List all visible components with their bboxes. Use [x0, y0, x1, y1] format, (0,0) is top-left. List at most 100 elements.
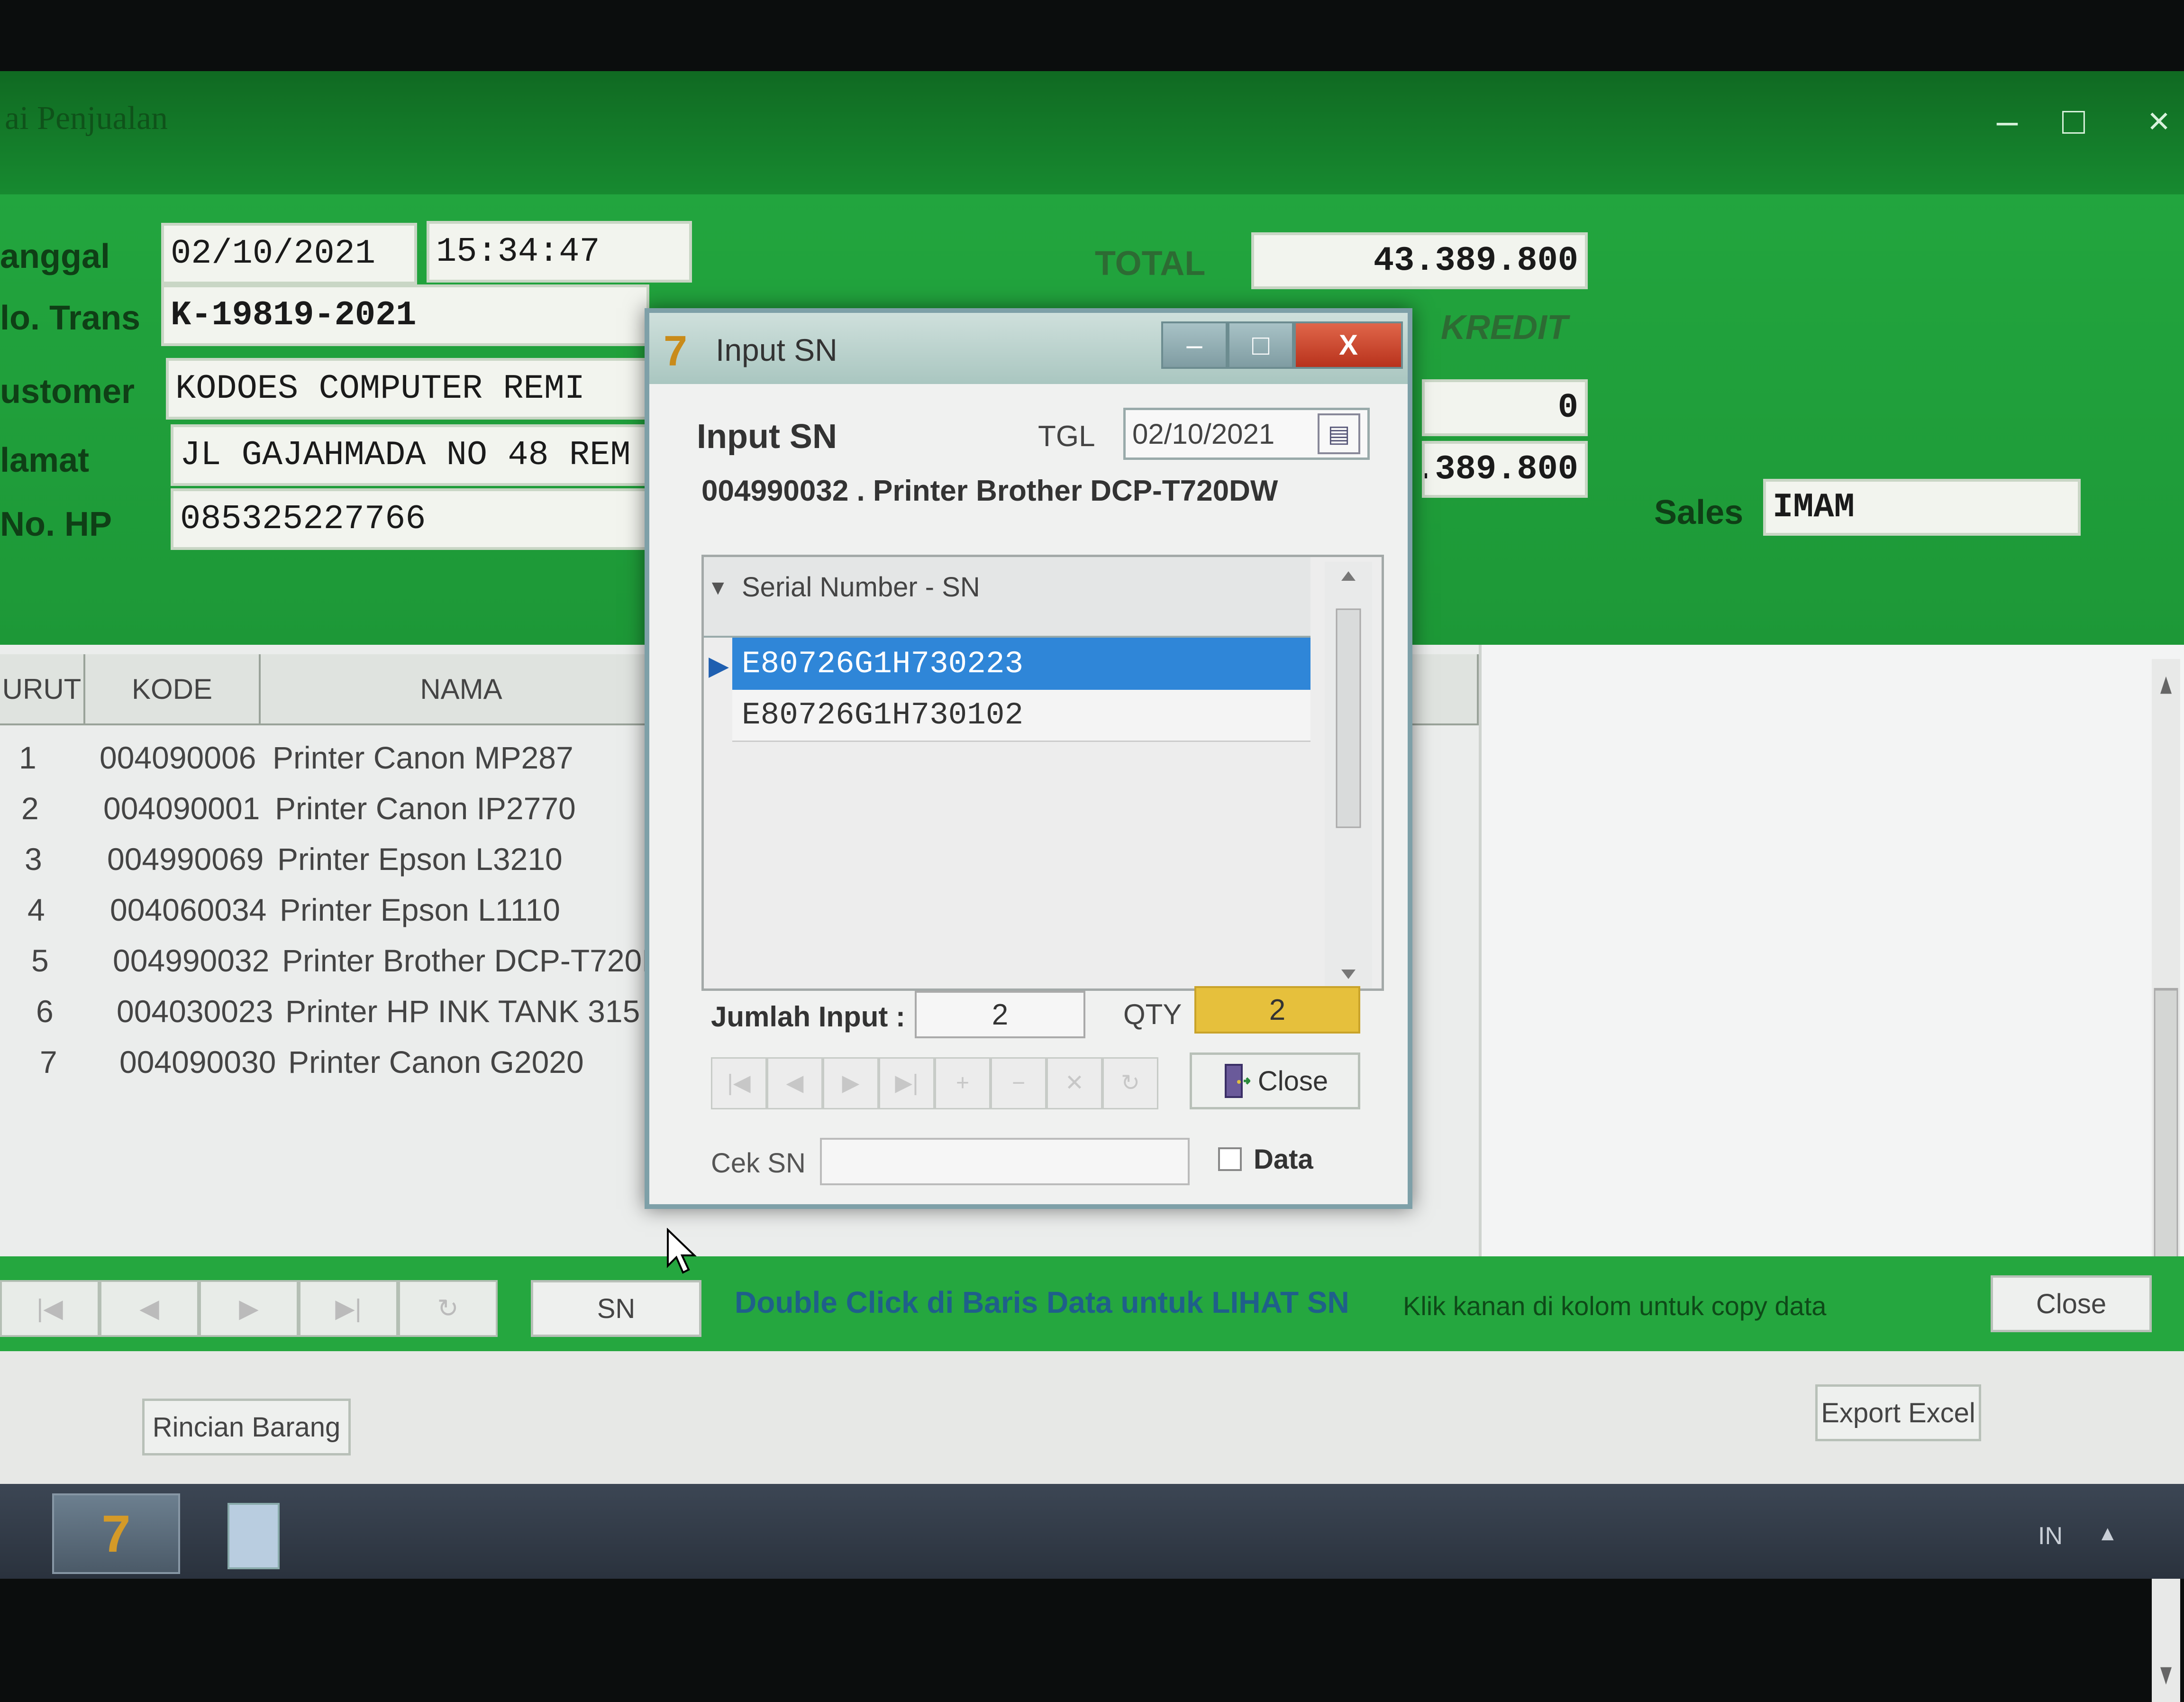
dialog-minimize-button[interactable]: –	[1161, 321, 1228, 369]
column-header-nama[interactable]: NAMA	[261, 654, 664, 725]
taskbar: 7 IN ▲	[0, 1484, 2184, 1579]
alamat-field[interactable]: JL GAJAHMADA NO 48 REM	[171, 424, 649, 486]
export-excel-button[interactable]: Export Excel	[1815, 1384, 1981, 1441]
tanggal-date-field[interactable]: 02/10/2021	[161, 223, 417, 284]
taskbar-app-icon[interactable]: 7	[52, 1493, 180, 1574]
nav-last-button[interactable]: ▶|	[299, 1280, 398, 1337]
cell-nama: Printer Canon IP2770	[275, 791, 576, 826]
rincian-barang-button[interactable]: Rincian Barang	[142, 1399, 351, 1455]
cell-no: 7	[40, 1044, 57, 1080]
tgl-label: TGL	[1038, 420, 1095, 453]
cell-kode: 004030023	[117, 994, 273, 1029]
dialog-close-action-button[interactable]: Close	[1190, 1052, 1360, 1109]
cell-no: 3	[25, 842, 42, 877]
window-maximize-button[interactable]: □	[2043, 90, 2104, 152]
taskbar-document-icon[interactable]	[228, 1503, 280, 1569]
mouse-pointer-icon	[667, 1228, 697, 1274]
sn-column-label: Serial Number - SN	[742, 572, 980, 603]
table-row[interactable]: 1 004090006 Printer Canon MP287	[0, 735, 664, 782]
cell-kode: 004990069	[107, 842, 264, 877]
dialog-maximize-button[interactable]: □	[1228, 321, 1294, 369]
cell-kode: 004990032	[113, 943, 270, 978]
notrans-field[interactable]: K-19819-2021	[161, 284, 649, 346]
sn-add-button[interactable]: +	[935, 1057, 991, 1109]
window-titlebar: ai Penjualan – □ ×	[0, 71, 2184, 194]
cek-sn-label: Cek SN	[711, 1148, 806, 1179]
sn-nav-first-button[interactable]: |◀	[711, 1057, 767, 1109]
nav-next-button[interactable]: ▶	[199, 1280, 299, 1337]
data-checkbox[interactable]	[1218, 1147, 1242, 1171]
app-logo-icon: 7	[664, 328, 688, 375]
double-click-hint: Double Click di Baris Data untuk LIHAT S…	[735, 1285, 1349, 1319]
exit-door-icon	[1224, 1064, 1250, 1098]
cell-nama: Printer Canon MP287	[273, 740, 573, 775]
dialog-close-action-label: Close	[1257, 1065, 1329, 1097]
tanggal-time-field[interactable]: 15:34:47	[427, 221, 692, 283]
nohp-field[interactable]: 085325227766	[171, 488, 649, 550]
sn-delete-button[interactable]: −	[991, 1057, 1046, 1109]
window-minimize-button[interactable]: –	[1976, 90, 2038, 152]
nav-prev-button[interactable]: ◀	[100, 1280, 199, 1337]
table-row[interactable]: 7 004090030 Printer Canon G2020	[0, 1039, 664, 1087]
cell-nama: Printer Epson L3210	[277, 842, 563, 877]
customer-field[interactable]: KODOES COMPUTER REMI	[166, 358, 649, 420]
cell-kode: 004090001	[103, 791, 260, 826]
window-close-button[interactable]: ×	[2128, 90, 2184, 152]
calendar-icon[interactable]: ▤	[1318, 413, 1360, 454]
cell-nama: Printer Canon G2020	[288, 1044, 584, 1080]
nav-refresh-button[interactable]: ↻	[398, 1280, 498, 1337]
sn-column-header[interactable]: ▼ Serial Number - SN	[704, 557, 1310, 638]
grid-body: 1 004090006 Printer Canon MP287 2 004090…	[0, 735, 664, 1095]
sn-grid-scrollbar[interactable]	[1325, 562, 1372, 988]
serial-row[interactable]: E80726G1H730102	[732, 690, 1310, 742]
qty-field: 2	[1194, 986, 1360, 1034]
main-close-button[interactable]: Close	[1991, 1275, 2152, 1332]
cell-no: 4	[27, 892, 45, 927]
cell-no: 5	[31, 943, 49, 978]
sales-field[interactable]: IMAM	[1763, 479, 2081, 536]
right-detail-pane	[1479, 645, 2184, 1256]
dialog-heading: Input SN	[697, 418, 837, 456]
customer-label: ustomer	[0, 373, 135, 411]
sn-nav-last-button[interactable]: ▶|	[879, 1057, 935, 1109]
cell-kode: 004060034	[110, 892, 267, 927]
alamat-label: lamat	[0, 441, 90, 479]
payment-field[interactable]: 0	[1422, 379, 1588, 436]
column-header-urut[interactable]: URUT	[0, 654, 85, 725]
column-header-kode[interactable]: KODE	[85, 654, 261, 725]
cell-kode: 004090006	[100, 740, 256, 775]
cell-no: 6	[36, 994, 54, 1029]
column-header-extra[interactable]	[1412, 654, 1479, 725]
table-row[interactable]: 3 004990069 Printer Epson L3210	[0, 836, 664, 884]
total-field: 43.389.800	[1251, 232, 1588, 289]
nav-first-button[interactable]: |◀	[0, 1280, 100, 1337]
tray-expand-icon[interactable]: ▲	[2097, 1522, 2118, 1546]
jumlah-input-label: Jumlah Input :	[711, 1001, 905, 1033]
jumlah-input-field: 2	[915, 991, 1085, 1038]
input-sn-dialog: 7 Input SN – □ X Input SN TGL 02/10/2021…	[645, 308, 1412, 1209]
dialog-titlebar: 7 Input SN – □ X	[649, 313, 1408, 384]
lower-panel: Rincian Barang Export Excel	[0, 1351, 2184, 1484]
cell-nama: Printer Brother DCP-T720D	[282, 943, 664, 978]
dialog-close-button[interactable]: X	[1294, 321, 1403, 369]
cell-nama: Printer Epson L1110	[280, 892, 560, 927]
cek-sn-input[interactable]	[820, 1138, 1190, 1185]
sn-cancel-button[interactable]: ✕	[1046, 1057, 1102, 1109]
input-language-indicator[interactable]: IN	[2038, 1522, 2063, 1550]
table-row[interactable]: 5 004990032 Printer Brother DCP-T720D	[0, 938, 664, 985]
table-row[interactable]: 2 004090001 Printer Canon IP2770	[0, 786, 664, 833]
dropdown-arrow-icon[interactable]: ▼	[708, 576, 728, 600]
total-label: TOTAL	[1095, 245, 1206, 283]
serial-row-selected[interactable]: E80726G1H730223	[732, 638, 1310, 690]
table-row[interactable]: 4 004060034 Printer Epson L1110	[0, 887, 664, 934]
sn-nav-next-button[interactable]: ▶	[823, 1057, 879, 1109]
right-click-hint: Klik kanan di kolom untuk copy data	[1403, 1291, 1827, 1321]
sn-button[interactable]: SN	[531, 1280, 701, 1337]
sales-label: Sales	[1654, 494, 1744, 531]
cell-kode: 004090030	[119, 1044, 276, 1080]
balance-field: 3.389.800	[1422, 441, 1588, 498]
kredit-label: KREDIT	[1441, 309, 1568, 347]
sn-nav-prev-button[interactable]: ◀	[767, 1057, 823, 1109]
sn-refresh-button[interactable]: ↻	[1102, 1057, 1158, 1109]
table-row[interactable]: 6 004030023 Printer HP INK TANK 315	[0, 988, 664, 1036]
